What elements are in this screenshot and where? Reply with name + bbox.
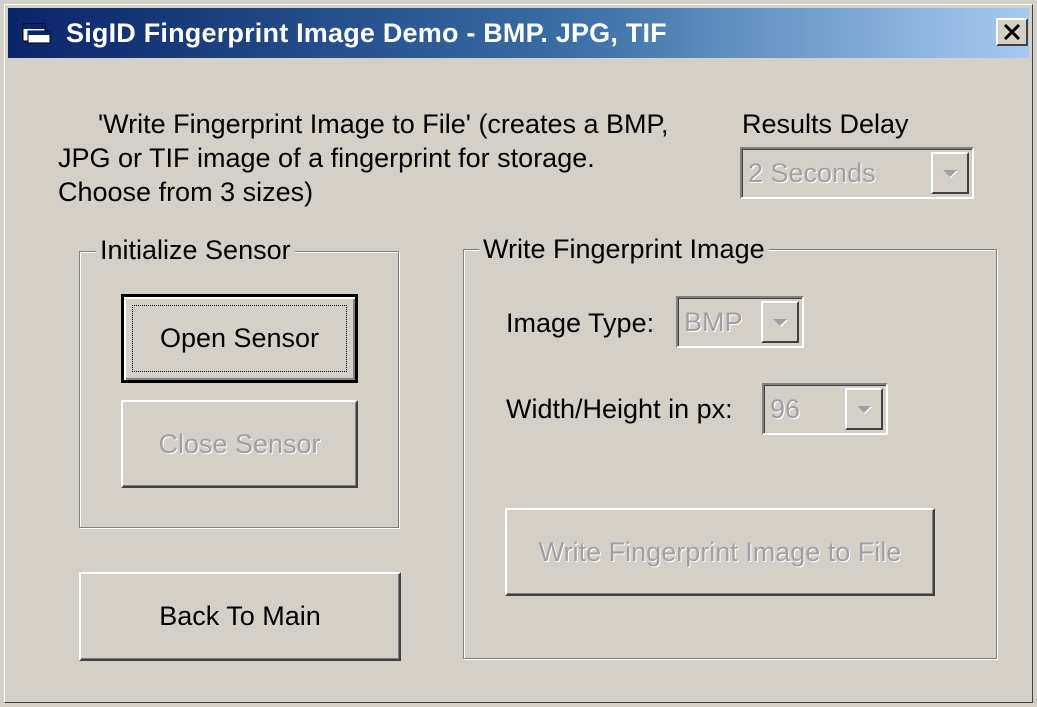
back-to-main-label: Back To Main	[159, 601, 321, 631]
size-value: 96	[770, 393, 801, 424]
write-image-button[interactable]: Write Fingerprint Image to File	[505, 508, 935, 596]
image-type-dropdown-button[interactable]	[761, 301, 799, 343]
close-sensor-button[interactable]: Close Sensor	[121, 400, 358, 488]
chevron-down-icon	[943, 169, 957, 177]
close-sensor-label: Close Sensor	[158, 428, 321, 459]
initialize-sensor-legend: Initialize Sensor	[96, 234, 295, 266]
write-fingerprint-legend: Write Fingerprint Image	[479, 233, 769, 265]
results-delay-label: Results Delay	[742, 109, 909, 139]
results-delay-dropdown-button[interactable]	[931, 152, 969, 194]
description-line-3: Choose from 3 sizes)	[58, 177, 314, 207]
open-sensor-label: Open Sensor	[159, 323, 320, 353]
size-label: Width/Height in px:	[506, 394, 733, 424]
title-bar[interactable]: SigID Fingerprint Image Demo - BMP. JPG,…	[8, 8, 1029, 58]
close-button[interactable]	[996, 18, 1028, 46]
image-type-select[interactable]: BMP	[676, 296, 804, 348]
open-sensor-button[interactable]: Open Sensor	[121, 294, 358, 383]
close-icon	[1003, 24, 1021, 40]
results-delay-value: 2 Seconds	[748, 157, 876, 188]
back-to-main-button[interactable]: Back To Main	[79, 572, 401, 661]
size-select[interactable]: 96	[762, 383, 888, 435]
window-title: SigID Fingerprint Image Demo - BMP. JPG,…	[66, 18, 667, 48]
description-line-1: 'Write Fingerprint Image to File' (creat…	[98, 109, 669, 139]
image-type-label: Image Type:	[506, 308, 655, 338]
chevron-down-icon	[857, 405, 871, 413]
chevron-down-icon	[773, 318, 787, 326]
write-image-label: Write Fingerprint Image to File	[538, 536, 902, 567]
results-delay-select[interactable]: 2 Seconds	[740, 147, 974, 199]
app-window-icon	[22, 23, 51, 44]
description-line-2: JPG or TIF image of a fingerprint for st…	[58, 143, 595, 173]
size-dropdown-button[interactable]	[845, 388, 883, 430]
image-type-value: BMP	[684, 306, 743, 337]
